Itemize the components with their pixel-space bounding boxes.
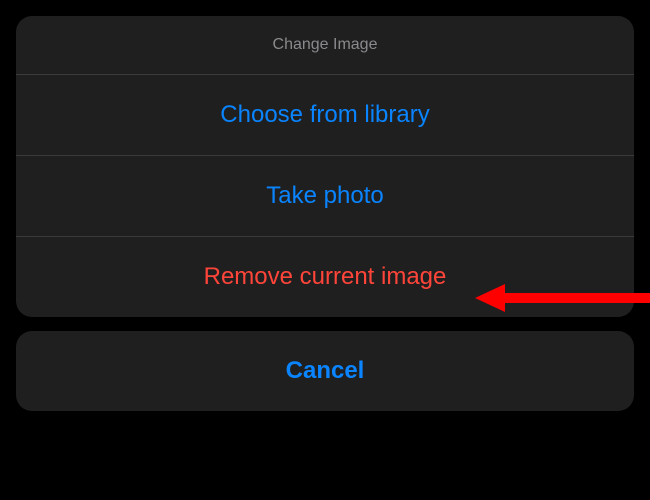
option-label: Choose from library — [220, 101, 429, 128]
option-choose-from-library[interactable]: Choose from library — [16, 75, 634, 156]
cancel-group: Cancel — [16, 331, 634, 411]
cancel-label: Cancel — [286, 357, 365, 384]
action-sheet-group: Change Image Choose from library Take ph… — [16, 16, 634, 317]
option-take-photo[interactable]: Take photo — [16, 156, 634, 237]
option-remove-current-image[interactable]: Remove current image — [16, 237, 634, 317]
cancel-button[interactable]: Cancel — [16, 331, 634, 411]
option-label: Take photo — [266, 182, 383, 209]
option-label: Remove current image — [204, 263, 447, 290]
sheet-title: Change Image — [16, 16, 634, 75]
